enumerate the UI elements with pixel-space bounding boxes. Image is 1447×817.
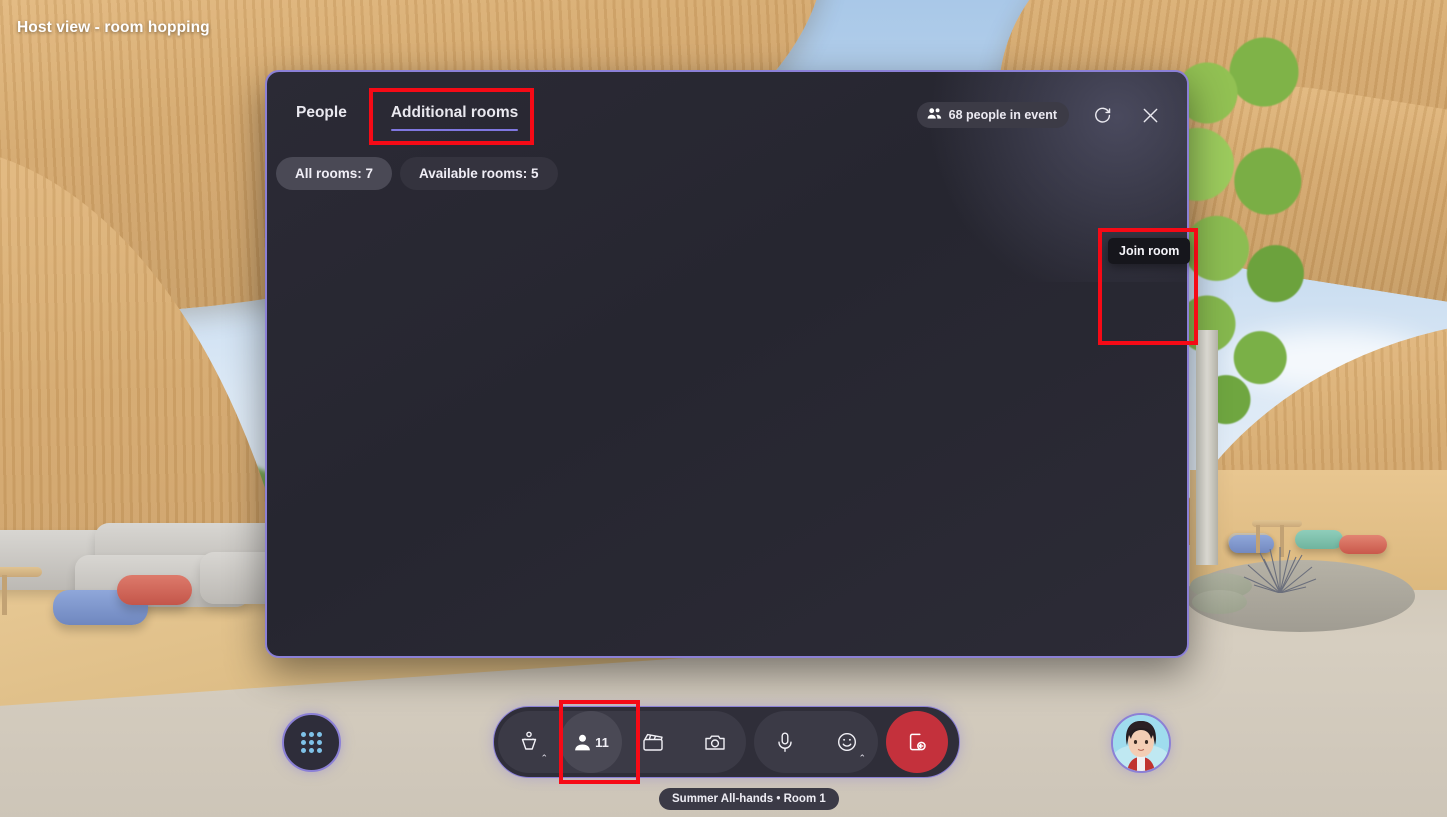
room-filters: All rooms: 7 Available rooms: 5 <box>276 157 558 190</box>
apps-dot <box>301 732 307 738</box>
apps-dot <box>301 747 307 753</box>
apps-dot <box>316 739 322 745</box>
refresh-icon[interactable] <box>1087 100 1117 130</box>
apps-dot <box>316 747 322 753</box>
filter-all-rooms[interactable]: All rooms: 7 <box>276 157 393 190</box>
user-avatar[interactable] <box>1111 713 1171 773</box>
leave-button[interactable] <box>886 711 948 773</box>
camera-button[interactable] <box>684 711 746 773</box>
microphone-button[interactable] <box>754 711 816 773</box>
people-in-event-chip: 68 people in event <box>916 102 1069 128</box>
close-icon[interactable] <box>1135 100 1165 130</box>
panel-tabs: People Additional rooms <box>296 104 519 131</box>
toolbar-group-right: ⌃ <box>754 711 878 773</box>
tab-additional-rooms[interactable]: Additional rooms <box>390 104 519 131</box>
people-icon <box>927 107 942 123</box>
apps-dot <box>308 732 314 738</box>
meeting-toolbar: ⌃ 11 ⌃ <box>493 706 960 778</box>
table-leg <box>2 575 7 615</box>
event-room-label: Summer All-hands • Room 1 <box>659 788 839 810</box>
panel-header-actions: 68 people in event <box>916 100 1165 130</box>
tab-people[interactable]: People <box>296 104 347 131</box>
apps-dot <box>316 732 322 738</box>
apps-grid-button[interactable] <box>282 713 341 772</box>
apps-dot <box>308 739 314 745</box>
chevron-up-icon: ⌃ <box>858 753 866 763</box>
people-button[interactable]: 11 <box>560 711 622 773</box>
reactions-button[interactable]: ⌃ <box>816 711 878 773</box>
scene-title: Host view - room hopping <box>17 19 210 36</box>
join-room-tooltip: Join room <box>1108 238 1191 264</box>
chevron-up-icon: ⌃ <box>540 753 548 763</box>
apps-dot <box>301 739 307 745</box>
grass-tuft <box>1240 545 1320 594</box>
toolbar-group-left: ⌃ 11 <box>498 711 746 773</box>
tree-trunk <box>1196 330 1218 565</box>
raise-hand-button[interactable]: ⌃ <box>498 711 560 773</box>
share-media-button[interactable] <box>622 711 684 773</box>
rock <box>1192 590 1247 614</box>
apps-dot <box>308 747 314 753</box>
people-count: 11 <box>595 734 609 750</box>
filter-available-rooms[interactable]: Available rooms: 5 <box>400 157 558 190</box>
bench-red <box>1339 535 1387 554</box>
ottoman-red <box>117 575 192 605</box>
people-in-event-label: 68 people in event <box>948 108 1057 122</box>
